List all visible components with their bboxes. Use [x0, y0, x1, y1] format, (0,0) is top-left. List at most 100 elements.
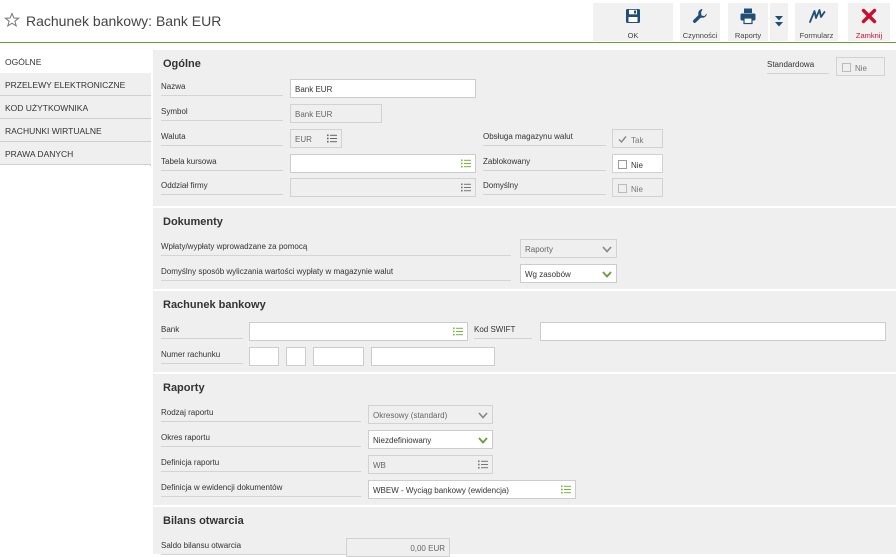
warehouse-checkbox[interactable]: Tak [612, 129, 663, 148]
signature-icon [808, 9, 825, 23]
report-period-select[interactable]: Niezdefiniowany [368, 430, 493, 449]
bank-label: Bank [161, 323, 243, 339]
standard-checkbox[interactable]: Nie [836, 57, 885, 76]
tab-electronic-transfers[interactable]: PRZELEWY ELEKTRONICZNE [0, 73, 151, 96]
list-icon[interactable] [478, 460, 488, 469]
close-icon [861, 8, 877, 24]
account-number-part3[interactable] [313, 347, 364, 366]
currency-input[interactable]: EUR [290, 129, 342, 148]
currency-value: EUR [295, 135, 312, 144]
list-icon[interactable] [561, 485, 571, 494]
account-number-part4[interactable] [371, 347, 495, 366]
report-type-value: Okresowy (standard) [373, 411, 448, 420]
branch-label: Oddział firmy [161, 179, 283, 195]
report-period-value: Niezdefiniowany [373, 436, 432, 445]
chevron-down-icon [478, 437, 488, 444]
tab-data-rights[interactable]: PRAWA DANYCH [0, 142, 151, 165]
save-icon [626, 9, 640, 23]
name-label: Nazwa [161, 80, 283, 96]
wrench-icon [693, 9, 707, 23]
close-label: Zamknij [855, 31, 883, 40]
calc-method-value: Wg zasobów [525, 270, 571, 279]
name-input[interactable]: Bank EUR [290, 79, 476, 98]
opening-balance-label: Saldo bilansu otwarcia [161, 539, 346, 555]
standard-label: Standardowa [767, 58, 829, 74]
ok-button[interactable]: OK [593, 3, 673, 41]
tab-virtual-accounts[interactable]: RACHUNKI WIRTUALNE [0, 119, 151, 142]
tab-user-code[interactable]: KOD UŻYTKOWNIKA [0, 96, 151, 119]
list-icon[interactable] [453, 327, 463, 336]
calc-method-label: Domyślny sposób wyliczania wartości wypł… [161, 265, 511, 281]
opening-balance-input[interactable]: 0,00 EUR [346, 538, 450, 557]
default-value: Nie [631, 185, 644, 194]
account-number-label: Numer rachunku [161, 348, 243, 364]
actions-label: Czynności [682, 31, 718, 40]
ok-label: OK [627, 31, 639, 40]
account-number-part2[interactable] [286, 347, 306, 366]
swift-input[interactable] [540, 322, 886, 341]
favorite-star-icon[interactable] [4, 12, 20, 28]
default-label: Domyślny [483, 179, 606, 195]
checkbox-box [842, 63, 851, 72]
section-opening-balance: Bilans otwarcia Saldo bilansu otwarcia 0… [153, 505, 896, 557]
warehouse-label: Obsługa magazynu walut [483, 130, 606, 146]
section-general: Ogólne Standardowa Nie Nazwa Bank EUR Sy… [153, 50, 896, 206]
default-checkbox[interactable]: Nie [612, 178, 663, 197]
close-button[interactable]: Zamknij [848, 3, 890, 41]
list-icon[interactable] [327, 134, 337, 143]
doc-definition-value: WBEW - Wyciąg bankowy (ewidencja) [373, 486, 509, 495]
report-definition-value: WB [373, 461, 386, 470]
entry-method-select[interactable]: Raporty [520, 239, 617, 258]
rate-table-input[interactable] [290, 154, 476, 173]
report-definition-input[interactable]: WB [368, 455, 493, 474]
rate-table-label: Tabela kursowa [161, 155, 283, 171]
swift-label: Kod SWIFT [474, 323, 532, 339]
doc-definition-label: Definicja w ewidencji dokumentów [161, 481, 361, 497]
title-bar: Rachunek bankowy: Bank EUR OK Czynności … [0, 0, 896, 43]
section-bank-account-heading: Rachunek bankowy [163, 299, 266, 311]
checkmark-icon [618, 136, 627, 144]
checkbox-box [618, 160, 627, 169]
blocked-checkbox[interactable]: Nie [612, 154, 663, 173]
report-period-label: Okres raportu [161, 431, 361, 447]
calc-method-select[interactable]: Wg zasobów [520, 264, 617, 283]
report-definition-label: Definicja raportu [161, 456, 361, 472]
tab-general[interactable]: OGÓLNE [0, 50, 151, 73]
warehouse-value: Tak [631, 136, 644, 145]
doc-definition-input[interactable]: WBEW - Wyciąg bankowy (ewidencja) [368, 480, 576, 499]
section-general-heading: Ogólne [163, 58, 201, 70]
form-area: Ogólne Standardowa Nie Nazwa Bank EUR Sy… [153, 50, 896, 557]
symbol-label: Symbol [161, 105, 283, 121]
list-icon[interactable] [461, 159, 471, 168]
entry-method-value: Raporty [525, 245, 554, 254]
section-bank-account: Rachunek bankowy Bank Kod SWIFT Numer ra… [153, 289, 896, 372]
form-button[interactable]: Formularz [795, 3, 838, 41]
chevron-down-icon [602, 246, 612, 253]
list-icon[interactable] [461, 183, 471, 192]
report-type-select[interactable]: Okresowy (standard) [368, 405, 493, 424]
form-label: Formularz [799, 31, 834, 40]
tab-list: OGÓLNE PRZELEWY ELEKTRONICZNE KOD UŻYTKO… [0, 50, 151, 166]
currency-label: Waluta [161, 130, 283, 146]
window-title: Rachunek bankowy: Bank EUR [26, 13, 222, 29]
chevron-down-icon [602, 271, 612, 278]
report-type-label: Rodzaj raportu [161, 406, 361, 422]
section-documents: Dokumenty Wpłaty/wypłaty wprowadzane za … [153, 206, 896, 289]
symbol-input[interactable]: Bank EUR [290, 104, 382, 123]
bank-input[interactable] [249, 322, 468, 341]
reports-label: Raporty [734, 31, 762, 40]
chevron-down-icon [478, 412, 488, 419]
reports-button[interactable]: Raporty [728, 3, 768, 41]
account-number-part1[interactable] [249, 347, 279, 366]
section-documents-heading: Dokumenty [163, 216, 223, 228]
checkbox-box [618, 184, 627, 193]
section-opening-balance-heading: Bilans otwarcia [163, 515, 244, 527]
printer-icon [740, 8, 756, 25]
double-chevron-down-icon [775, 16, 783, 27]
section-reports: Raporty Rodzaj raportu Okresowy (standar… [153, 372, 896, 505]
branch-input[interactable] [290, 178, 476, 197]
actions-button[interactable]: Czynności [680, 3, 720, 41]
blocked-value: Nie [631, 161, 644, 170]
more-actions-button[interactable] [770, 3, 788, 41]
standard-value: Nie [855, 64, 868, 73]
